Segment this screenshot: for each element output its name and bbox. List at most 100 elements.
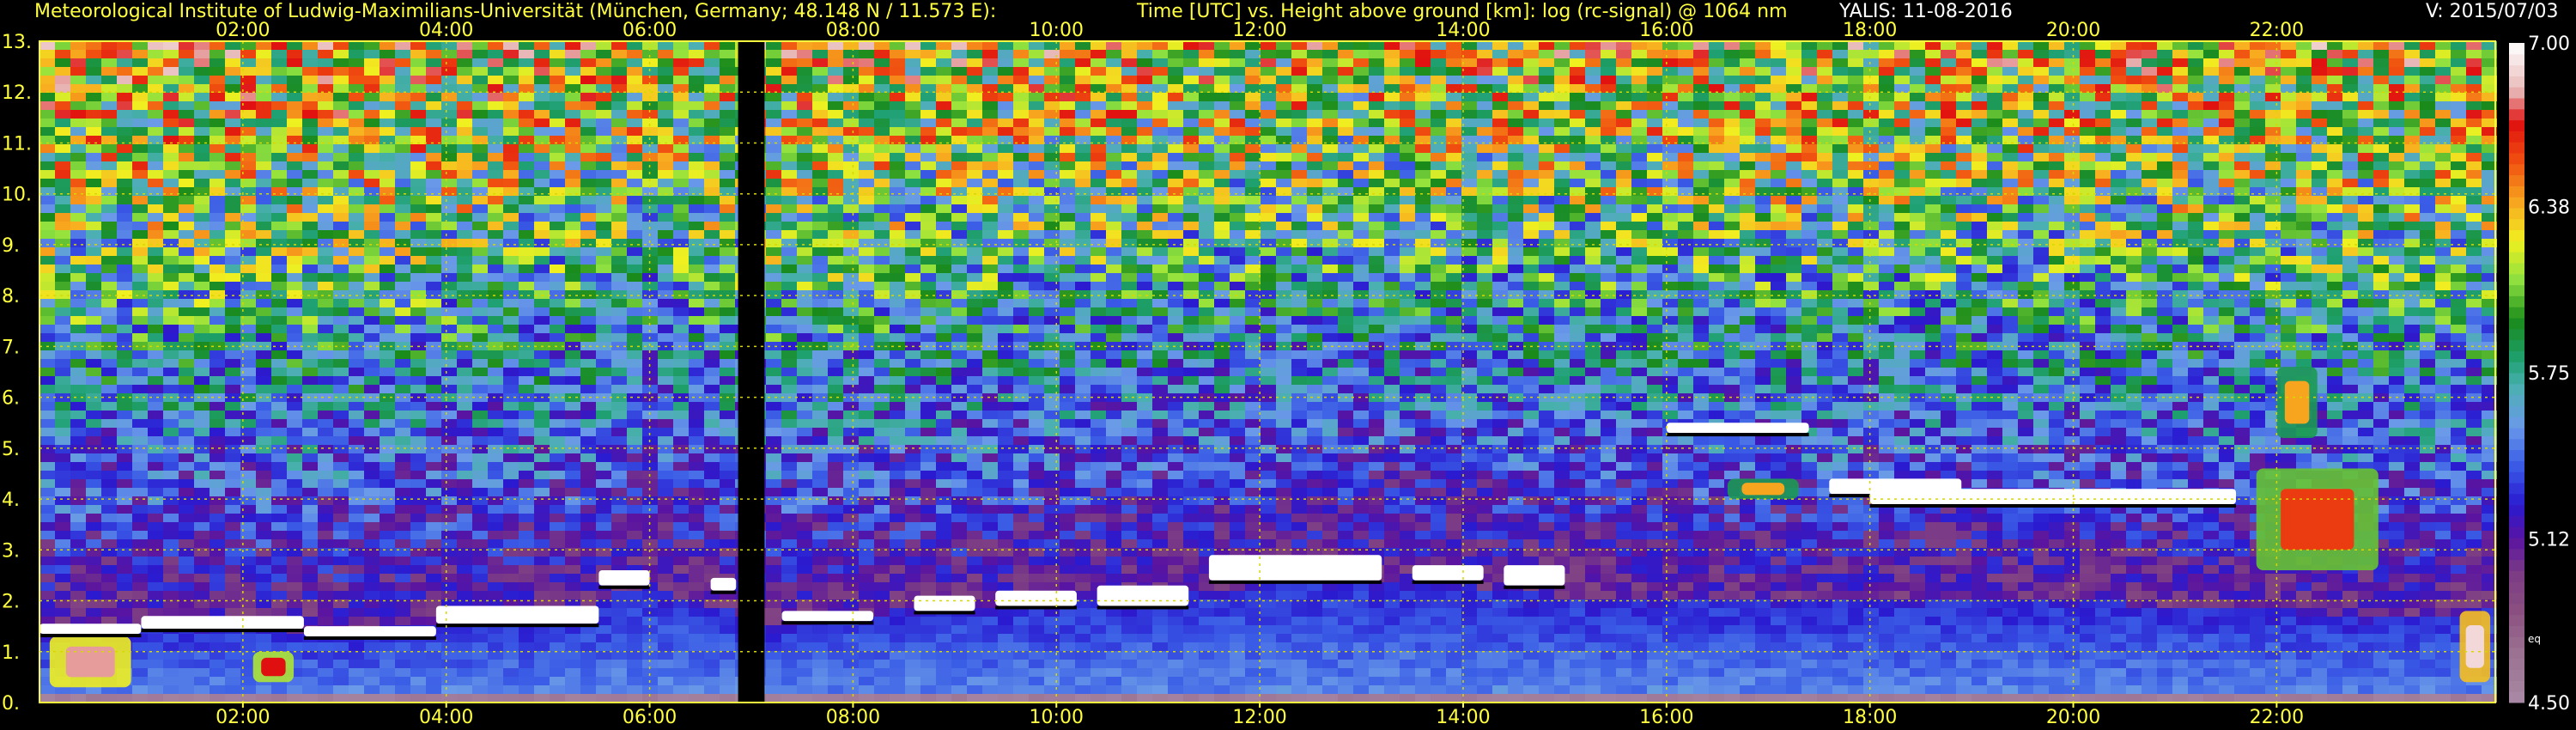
data-gap [738, 41, 765, 703]
cloud-shadow [995, 605, 1077, 610]
aerosol-plume-core [2281, 489, 2354, 551]
colorbar-segment [2509, 383, 2524, 396]
y-tick-label: 10. [2, 185, 32, 206]
colorbar-segment [2509, 559, 2524, 571]
x-tick-label-top: 10:00 [1030, 20, 1084, 41]
x-tick-label-top: 16:00 [1639, 20, 1693, 41]
cloud-layer [1869, 489, 2237, 504]
colorbar-segment [2509, 373, 2524, 385]
cloud-shadow [914, 611, 975, 615]
colorbar-segment [2509, 328, 2524, 341]
colorbar-segment [2509, 273, 2524, 286]
x-tick-label-top: 14:00 [1436, 20, 1490, 41]
y-tick-label: 2. [2, 592, 20, 613]
colorbar-segment [2509, 669, 2524, 681]
aerosol-plume-core [2284, 380, 2310, 424]
cloud-layer [1504, 565, 1565, 586]
colorbar-segment [2509, 131, 2524, 143]
cloud-layer [1666, 423, 1809, 434]
colorbar-segment [2509, 680, 2524, 692]
colorbar-segment [2509, 76, 2524, 88]
colorbar-segment [2509, 625, 2524, 637]
cloud-layer [914, 595, 975, 611]
colorbar: 7.00 6.38 5.75 5.12 4.50 eq [2509, 33, 2570, 715]
y-tick-label: 8. [2, 286, 20, 307]
cloud-shadow [1097, 605, 1189, 610]
colorbar-label: 5.75 [2528, 363, 2570, 385]
x-tick-label-top: 08:00 [826, 20, 880, 41]
y-tick-label: 11. [2, 133, 32, 155]
colorbar-label: 4.50 [2528, 693, 2570, 715]
colorbar-segment [2509, 284, 2524, 296]
cloud-shadow [303, 636, 436, 640]
colorbar-segment [2509, 108, 2524, 121]
colorbar-segment [2509, 142, 2524, 154]
cloud-shadow [1666, 433, 1809, 437]
x-tick-label-top: 12:00 [1232, 20, 1286, 41]
colorbar-segment [2509, 394, 2524, 406]
colorbar-segment [2509, 471, 2524, 484]
y-tick-label: 7. [2, 337, 20, 358]
colorbar-segment [2509, 493, 2524, 506]
colorbar-segment [2509, 218, 2524, 231]
colorbar-segment [2509, 538, 2524, 550]
x-tick-label-bottom: 04:00 [419, 707, 473, 728]
x-tick-label-bottom: 18:00 [1843, 707, 1897, 728]
cloud-shadow [39, 634, 142, 638]
colorbar-segment [2509, 483, 2524, 495]
colorbar-segment [2509, 614, 2524, 626]
colorbar-segment [2509, 515, 2524, 527]
x-tick-label-bottom: 02:00 [216, 707, 270, 728]
plot-area [39, 41, 2497, 703]
colorbar-note: eq [2528, 633, 2541, 645]
colorbar-segment [2509, 417, 2524, 429]
colorbar-segment [2509, 548, 2524, 561]
y-tick-label: 9. [2, 235, 20, 257]
colorbar-segment [2509, 581, 2524, 593]
colorbar-segment [2509, 163, 2524, 176]
colorbar-segment [2509, 240, 2524, 252]
aerosol-plume-core [2465, 624, 2484, 668]
cloud-layer [303, 626, 436, 636]
cloud-layer [710, 577, 737, 591]
x-tick-label-bottom: 10:00 [1030, 707, 1084, 728]
cloud-layer [1208, 555, 1382, 581]
cloud-layer [435, 605, 599, 624]
cloud-shadow [1869, 504, 2237, 508]
colorbar-segment [2509, 636, 2524, 648]
colorbar-segment [2509, 263, 2524, 275]
colorbar-segment [2509, 208, 2524, 220]
colorbar-label: 7.00 [2528, 33, 2570, 55]
colorbar-segment [2509, 691, 2524, 703]
colorbar-segment [2509, 438, 2524, 451]
colorbar-segment [2509, 648, 2524, 660]
cloud-shadow [141, 629, 304, 633]
colorbar-segment [2509, 295, 2524, 307]
colorbar-segment [2509, 362, 2524, 374]
aerosol-plume-core [1741, 483, 1785, 496]
colorbar-segment [2509, 405, 2524, 417]
cloud-layer [39, 624, 142, 635]
y-tick-label: 5. [2, 439, 20, 460]
colorbar-label: 6.38 [2528, 197, 2570, 218]
colorbar-segment [2509, 64, 2524, 76]
y-tick-label: 0. [2, 693, 20, 715]
signal-field [39, 41, 2497, 703]
cloud-layer [1412, 565, 1484, 581]
y-tick-label: 3. [2, 540, 20, 562]
colorbar-segment [2509, 504, 2524, 516]
colorbar-segment [2509, 449, 2524, 461]
x-tick-label-top: 20:00 [2046, 20, 2100, 41]
x-tick-label-top: 06:00 [623, 20, 677, 41]
colorbar-segment [2509, 570, 2524, 582]
colorbar-segment [2509, 460, 2524, 472]
aerosol-plume-core [261, 657, 286, 677]
y-tick-label: 4. [2, 490, 20, 511]
colorbar-segment [2509, 43, 2524, 55]
colorbar-segment [2509, 186, 2524, 198]
cloud-layer [781, 611, 874, 622]
x-tick-label-bottom: 16:00 [1639, 707, 1693, 728]
colorbar-segment [2509, 229, 2524, 241]
colorbar-segment [2509, 87, 2524, 99]
colorbar-segment [2509, 428, 2524, 440]
